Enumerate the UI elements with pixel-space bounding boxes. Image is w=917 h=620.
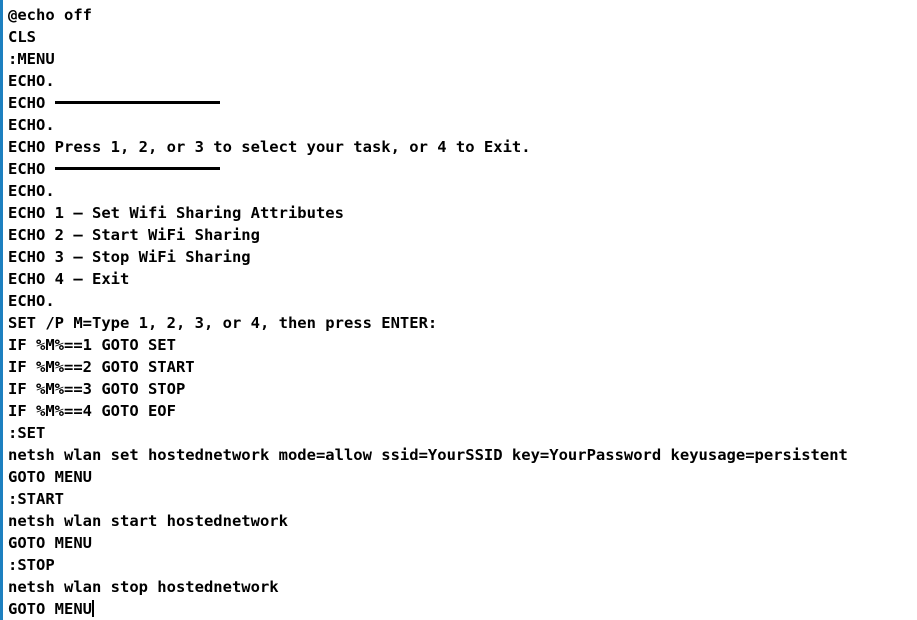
code-line[interactable]: netsh wlan start hostednetwork bbox=[8, 510, 917, 532]
code-line-text: ECHO 3 — Stop WiFi Sharing bbox=[8, 248, 251, 266]
code-line-text: ECHO. bbox=[8, 182, 55, 200]
code-line-text: netsh wlan set hostednetwork mode=allow … bbox=[8, 446, 848, 464]
code-line[interactable]: SET /P M=Type 1, 2, 3, or 4, then press … bbox=[8, 312, 917, 334]
code-line-text: netsh wlan stop hostednetwork bbox=[8, 578, 279, 596]
code-line[interactable]: :MENU bbox=[8, 48, 917, 70]
code-line[interactable]: :START bbox=[8, 488, 917, 510]
code-line-text: :STOP bbox=[8, 556, 55, 574]
code-line[interactable]: ECHO 2 — Start WiFi Sharing bbox=[8, 224, 917, 246]
code-line[interactable]: ECHO. bbox=[8, 180, 917, 202]
code-line-text: GOTO MENU bbox=[8, 534, 92, 552]
code-line-text: IF %M%==2 GOTO START bbox=[8, 358, 195, 376]
code-line-text: :START bbox=[8, 490, 64, 508]
code-line-text: IF %M%==4 GOTO EOF bbox=[8, 402, 176, 420]
code-line-text: ECHO 2 — Start WiFi Sharing bbox=[8, 226, 260, 244]
code-line[interactable]: CLS bbox=[8, 26, 917, 48]
code-line-text: GOTO MENU bbox=[8, 468, 92, 486]
code-line-text: CLS bbox=[8, 28, 36, 46]
code-line[interactable]: IF %M%==3 GOTO STOP bbox=[8, 378, 917, 400]
horizontal-rule-glyph bbox=[54, 100, 220, 104]
code-line[interactable]: ECHO bbox=[8, 92, 917, 114]
text-caret bbox=[92, 600, 94, 617]
code-line-text: ECHO. bbox=[8, 292, 55, 310]
code-line-text: :MENU bbox=[8, 50, 55, 68]
code-line[interactable]: GOTO MENU bbox=[8, 466, 917, 488]
code-line-text: ECHO. bbox=[8, 116, 55, 134]
code-line[interactable]: :STOP bbox=[8, 554, 917, 576]
code-editor[interactable]: @echo off CLS :MENU ECHO. ECHO ECHO. ECHO Pre… bbox=[0, 0, 917, 620]
code-line[interactable]: ECHO. bbox=[8, 290, 917, 312]
code-line[interactable]: IF %M%==2 GOTO START bbox=[8, 356, 917, 378]
code-line-text: ECHO Press 1, 2, or 3 to select your tas… bbox=[8, 138, 531, 156]
code-line[interactable]: @echo off bbox=[8, 4, 917, 26]
code-line[interactable]: ECHO. bbox=[8, 70, 917, 92]
code-line[interactable]: GOTO MENU bbox=[8, 532, 917, 554]
code-line-text: SET /P M=Type 1, 2, 3, or 4, then press … bbox=[8, 314, 438, 332]
code-line-text: IF %M%==1 GOTO SET bbox=[8, 336, 176, 354]
code-line[interactable]: ECHO 1 — Set Wifi Sharing Attributes bbox=[8, 202, 917, 224]
code-line-text: :SET bbox=[8, 424, 46, 442]
code-line[interactable]: ECHO bbox=[8, 158, 917, 180]
code-line[interactable]: netsh wlan stop hostednetwork bbox=[8, 576, 917, 598]
code-line[interactable]: ECHO 4 — Exit bbox=[8, 268, 917, 290]
code-line[interactable]: :SET bbox=[8, 422, 917, 444]
horizontal-rule-glyph bbox=[54, 166, 220, 170]
code-line-text: @echo off bbox=[8, 6, 92, 24]
code-line-text: IF %M%==3 GOTO STOP bbox=[8, 380, 186, 398]
code-line-text: ECHO. bbox=[8, 72, 55, 90]
code-line[interactable]: GOTO MENU bbox=[8, 598, 917, 620]
code-line-text: ECHO 4 — Exit bbox=[8, 270, 130, 288]
code-line[interactable]: ECHO Press 1, 2, or 3 to select your tas… bbox=[8, 136, 917, 158]
code-line[interactable]: ECHO. bbox=[8, 114, 917, 136]
code-line[interactable]: netsh wlan set hostednetwork mode=allow … bbox=[8, 444, 917, 466]
code-line[interactable]: IF %M%==1 GOTO SET bbox=[8, 334, 917, 356]
code-line-text: ECHO bbox=[8, 160, 55, 178]
code-line-text: ECHO 1 — Set Wifi Sharing Attributes bbox=[8, 204, 344, 222]
code-line-text: netsh wlan start hostednetwork bbox=[8, 512, 288, 530]
code-text-area[interactable]: @echo off CLS :MENU ECHO. ECHO ECHO. ECHO Pre… bbox=[8, 4, 917, 620]
code-line[interactable]: ECHO 3 — Stop WiFi Sharing bbox=[8, 246, 917, 268]
code-line[interactable]: IF %M%==4 GOTO EOF bbox=[8, 400, 917, 422]
code-line-text: ECHO bbox=[8, 94, 55, 112]
code-line-text: GOTO MENU bbox=[8, 600, 92, 618]
